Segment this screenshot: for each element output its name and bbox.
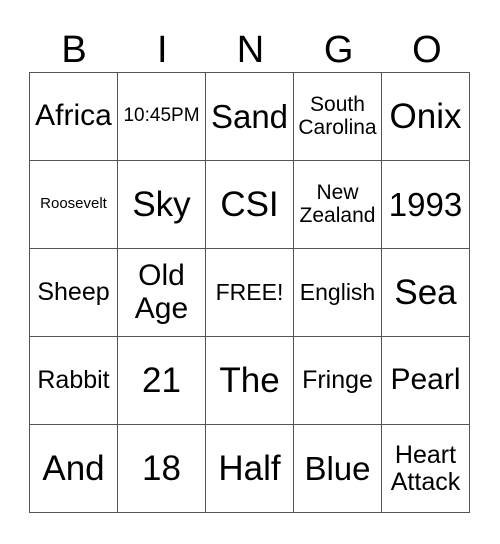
bingo-cell[interactable]: New Zealand (293, 160, 382, 249)
cell-text: Africa (35, 99, 112, 133)
bingo-cell[interactable]: And (29, 424, 118, 513)
bingo-cell[interactable]: 21 (117, 336, 206, 425)
cell-text: 1993 (388, 185, 463, 223)
header-letter-b: B (61, 29, 87, 71)
grid-row: And 18 Half Blue Heart Attack (29, 424, 470, 513)
bingo-cell[interactable]: Sheep (29, 248, 118, 337)
bingo-cell[interactable]: Sky (117, 160, 206, 249)
free-space-label: FREE! (215, 279, 284, 306)
cell-text: Old Age (134, 259, 189, 325)
cell-text: Roosevelt (40, 195, 107, 213)
cell-text: And (42, 448, 105, 488)
header-letter-n: N (236, 29, 265, 71)
cell-text: Sand (210, 97, 289, 135)
bingo-cell[interactable]: Pearl (381, 336, 470, 425)
cell-text: South Carolina (298, 92, 377, 139)
cell-text: Onix (389, 96, 462, 136)
bingo-cell[interactable]: The (205, 336, 294, 425)
bingo-cell[interactable]: Sea (381, 248, 470, 337)
cell-text: 10:45PM (123, 105, 200, 127)
bingo-cell[interactable]: Rabbit (29, 336, 118, 425)
cell-text: The (219, 360, 280, 400)
cell-text: New Zealand (299, 180, 376, 227)
cell-text: Fringe (302, 366, 373, 394)
bingo-cell[interactable]: South Carolina (293, 72, 382, 161)
bingo-grid: Africa 10:45PM Sand South Carolina Onix … (29, 72, 470, 513)
bingo-cell[interactable]: Roosevelt (29, 160, 118, 249)
header-letter-g: G (323, 29, 354, 71)
bingo-cell[interactable]: 18 (117, 424, 206, 513)
cell-text: English (299, 279, 376, 306)
bingo-cell[interactable]: Heart Attack (381, 424, 470, 513)
grid-row: Rabbit 21 The Fringe Pearl (29, 336, 470, 425)
grid-row: Roosevelt Sky CSI New Zealand 1993 (29, 160, 470, 249)
header-letter-i: I (157, 29, 168, 71)
cell-text: Sky (132, 184, 191, 224)
bingo-cell[interactable]: Half (205, 424, 294, 513)
bingo-cell[interactable]: 1993 (381, 160, 470, 249)
cell-text: 18 (142, 448, 181, 488)
bingo-cell[interactable]: Onix (381, 72, 470, 161)
cell-text: Blue (304, 449, 371, 487)
bingo-cell[interactable]: CSI (205, 160, 294, 249)
bingo-cell[interactable]: 10:45PM (117, 72, 206, 161)
cell-text: Sea (394, 272, 457, 312)
bingo-cell[interactable]: Africa (29, 72, 118, 161)
bingo-cell[interactable]: Old Age (117, 248, 206, 337)
cell-text: Half (218, 448, 281, 488)
bingo-cell[interactable]: Blue (293, 424, 382, 513)
cell-text: Heart Attack (390, 440, 461, 496)
cell-text: Rabbit (37, 366, 110, 394)
grid-row: Sheep Old Age FREE! English Sea (29, 248, 470, 337)
bingo-cell[interactable]: Sand (205, 72, 294, 161)
bingo-cell[interactable]: Fringe (293, 336, 382, 425)
header-letter-o: O (412, 29, 442, 71)
free-space-cell[interactable]: FREE! (205, 248, 294, 337)
cell-text: CSI (220, 184, 279, 224)
cell-text: Pearl (390, 363, 461, 397)
cell-text: 21 (142, 360, 181, 400)
cell-text: Sheep (37, 278, 110, 306)
bingo-header: B I N G O (30, 28, 471, 72)
bingo-cell[interactable]: English (293, 248, 382, 337)
grid-row: Africa 10:45PM Sand South Carolina Onix (29, 72, 470, 161)
